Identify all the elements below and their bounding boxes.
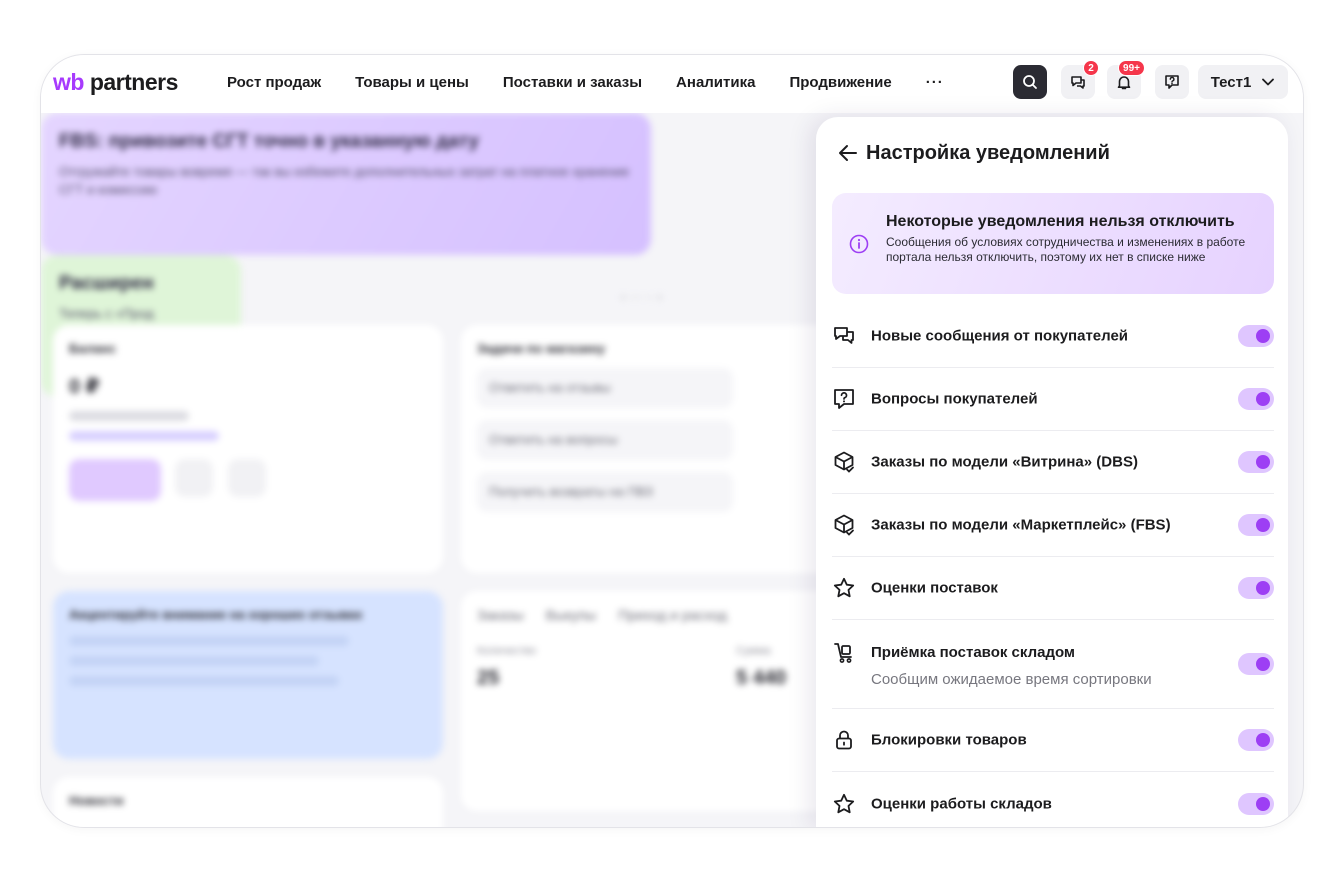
task-item[interactable]: Ответить на вопросы [477, 420, 733, 460]
nav-item-sales-growth[interactable]: Рост продаж [227, 74, 321, 91]
nav-more-button[interactable]: ··· [926, 74, 944, 91]
notification-label: Заказы по модели «Маркетплейс» (FBS) [871, 516, 1171, 534]
notification-row-buyer-messages: Новые сообщения от покупателей [832, 305, 1274, 368]
promo-title: Расширен [59, 273, 154, 294]
notification-row-product-blocks: Блокировки товаров [832, 709, 1274, 772]
logo-partners: partners [89, 69, 179, 95]
help-button[interactable] [1155, 65, 1189, 99]
user-name: Тест1 [1210, 73, 1252, 91]
tab-orders[interactable]: Заказы [477, 607, 524, 623]
star-icon [833, 793, 855, 813]
user-menu-button[interactable]: Тест1 [1198, 65, 1288, 99]
notification-toggle[interactable] [1238, 325, 1274, 347]
placeholder-line [69, 676, 339, 686]
panel-title: Настройка уведомлений [866, 141, 1110, 164]
chat-icon [834, 327, 854, 344]
orders-count-label: Количество [477, 645, 537, 657]
help-chat-icon [1165, 75, 1179, 89]
notification-row-warehouse-acceptance: Приёмка поставок складом Сообщим ожидаем… [832, 620, 1274, 709]
notifications-button[interactable]: 99+ [1107, 60, 1145, 99]
search-icon [1023, 75, 1037, 89]
star-icon [833, 577, 855, 598]
promo-text: Отгружайте товары вовремя — так вы избеж… [59, 164, 630, 197]
tip-title: Акцентируйте внимание на хороших отзывах [69, 607, 363, 622]
notification-toggle[interactable] [1238, 514, 1274, 536]
lock-icon [836, 730, 852, 750]
placeholder-line [69, 656, 319, 666]
balance-card: Баланс 0 ₽ [53, 325, 443, 573]
notification-row-fbs-orders: Заказы по модели «Маркетплейс» (FBS) [832, 494, 1274, 557]
nav-item-products-prices[interactable]: Товары и цены [355, 74, 469, 91]
promo-title: FBS: привозите СГТ точно в указанную дат… [59, 131, 479, 152]
placeholder-line [69, 636, 349, 646]
notification-label: Приёмка поставок складом [871, 644, 1076, 661]
task-item[interactable]: Ответить на отзывы [477, 368, 733, 408]
notification-row-dbs-orders: Заказы по модели «Витрина» (DBS) [832, 431, 1274, 494]
notification-toggle[interactable] [1238, 577, 1274, 599]
news-card: Новости [53, 777, 443, 827]
top-navbar: wb partners Рост продаж Товары и цены По… [41, 55, 1303, 113]
orders-sum: 5 440 [736, 667, 787, 689]
notification-label: Новые сообщения от покупателей [871, 327, 1129, 345]
report-button[interactable] [175, 459, 214, 497]
history-button[interactable] [227, 459, 266, 497]
promo-banner-fbs[interactable]: FBS: привозите СГТ точно в указанную дат… [41, 113, 651, 255]
notification-list: Новые сообщения от покупателей Вопросы п… [832, 305, 1274, 827]
tasks-title: Задачи по магазину [477, 341, 606, 356]
balance-title: Баланс [69, 341, 117, 356]
cart-icon [834, 643, 852, 663]
box-icon [834, 514, 854, 536]
notification-toggle[interactable] [1238, 388, 1274, 410]
nav-item-promotion[interactable]: Продвижение [789, 74, 891, 91]
notification-toggle[interactable] [1238, 792, 1274, 815]
messages-badge: 2 [1083, 60, 1099, 76]
tab-buyouts[interactable]: Выкупы [546, 607, 596, 623]
notification-settings-panel: Настройка уведомлений Некоторые уведомле… [816, 117, 1288, 827]
tip-card: Акцентируйте внимание на хороших отзывах [53, 591, 443, 759]
notification-sublabel: Сообщим ожидаемое время сортировки [871, 671, 1152, 688]
news-title: Новости [69, 793, 124, 808]
main-nav: Рост продаж Товары и цены Поставки и зак… [227, 74, 944, 91]
notification-row-buyer-questions: Вопросы покупателей [832, 368, 1274, 431]
logo-wb: wb [53, 69, 84, 95]
question-icon [834, 389, 854, 409]
balance-value: 0 ₽ [69, 376, 100, 398]
logo[interactable]: wb partners [53, 69, 178, 96]
notification-label: Вопросы покупателей [871, 390, 1038, 408]
orders-count: 25 [477, 667, 500, 689]
placeholder-link[interactable] [69, 431, 219, 441]
messages-button[interactable]: 2 [1061, 60, 1099, 99]
orders-sum-label: Сумма [736, 645, 771, 657]
search-button[interactable] [1013, 65, 1047, 99]
notification-label: Оценки поставок [871, 579, 998, 597]
chat-icon [1071, 76, 1085, 89]
info-title: Некоторые уведомления нельзя отключить [886, 213, 1235, 230]
info-banner: Некоторые уведомления нельзя отключить С… [832, 193, 1274, 294]
notification-label: Оценки работы складов [871, 795, 1052, 812]
notification-row-warehouse-ratings: Оценки работы складов [832, 772, 1274, 827]
placeholder-line [69, 411, 189, 421]
notification-row-supply-ratings: Оценки поставок [832, 557, 1274, 620]
notification-label: Блокировки товаров [871, 731, 1027, 749]
app-window: FBS: привозите СГТ точно в указанную дат… [40, 54, 1304, 828]
withdraw-button[interactable] [69, 459, 161, 501]
back-arrow-icon[interactable] [836, 141, 860, 165]
notification-toggle[interactable] [1238, 653, 1274, 675]
info-text: Сообщения об условиях сотрудничества и и… [886, 235, 1246, 264]
box-icon [834, 451, 854, 473]
task-item[interactable]: Получить возвраты на ПВЗ [477, 472, 733, 512]
notification-label: Заказы по модели «Витрина» (DBS) [871, 453, 1138, 471]
promo-pager[interactable]: ‹ ··· ·· › [621, 289, 662, 304]
notification-toggle[interactable] [1238, 729, 1274, 751]
nav-item-analytics[interactable]: Аналитика [676, 74, 755, 91]
chevron-down-icon [1262, 78, 1275, 86]
notification-toggle[interactable] [1238, 451, 1274, 473]
tab-income[interactable]: Приход и расход [618, 607, 727, 623]
notifications-badge: 99+ [1118, 60, 1145, 76]
nav-item-supplies-orders[interactable]: Поставки и заказы [503, 74, 642, 91]
info-icon [849, 234, 869, 254]
